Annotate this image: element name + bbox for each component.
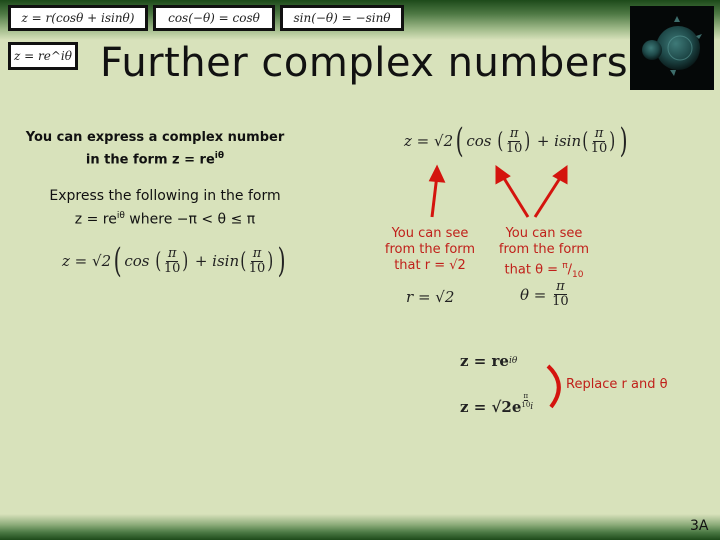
arrow-head-sin — [552, 165, 568, 185]
arrow-to-sin-theta — [533, 174, 564, 218]
theta-note: You can see from the form that θ = π/10 — [498, 226, 590, 280]
r-note: You can see from the form that r = √2 — [384, 226, 476, 273]
substitution-line-2: z = √2e π 10 i — [460, 391, 534, 417]
substitution-bracket — [546, 364, 561, 409]
replace-label: Replace r and θ — [566, 377, 668, 392]
theta-result: θ = π 10 — [520, 279, 569, 309]
substitution-line-1: z = re iθ — [460, 352, 518, 370]
arrow-head-r — [428, 164, 446, 183]
page-number: 3A — [690, 518, 709, 534]
r-result: r = √2 — [406, 288, 455, 306]
arrow-to-cos-theta — [500, 174, 530, 218]
annotation-arrows — [428, 164, 568, 409]
